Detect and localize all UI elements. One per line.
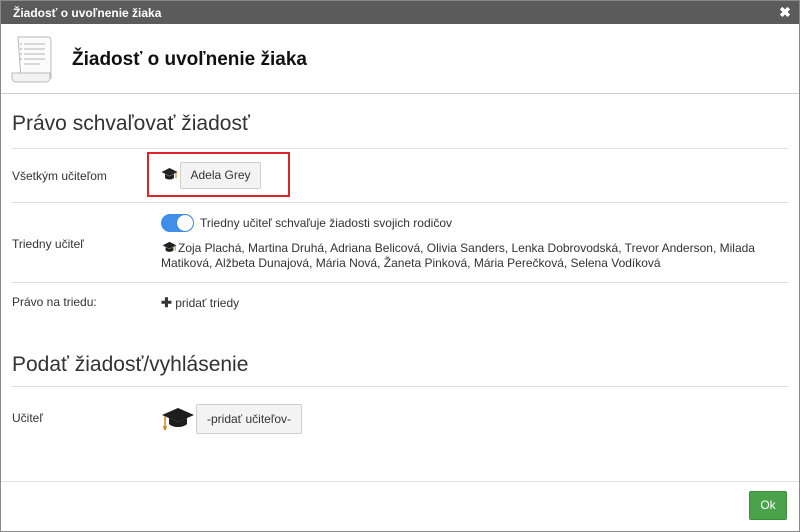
teachers-line-1: Zoja Plachá, Martina Druhá, Adriana Beli… [178, 241, 755, 255]
dialog-header: Žiadosť o uvoľnenie žiaka [1, 24, 799, 94]
teachers-line-2: Matiková, Alžbeta Dunajová, Mária Nová, … [161, 256, 661, 270]
dialog: Žiadosť o uvoľnenie žiaka ✖ Žiadosť o uv… [0, 0, 800, 532]
divider [11, 282, 789, 283]
title-bar: Žiadosť o uvoľnenie žiaka ✖ [1, 1, 799, 24]
document-scroll-icon [11, 36, 52, 83]
dialog-heading: Žiadosť o uvoľnenie žiaka [72, 49, 307, 70]
adela-grey-button[interactable]: Adela Grey [180, 162, 261, 189]
class-right-label: Právo na triedu: [12, 295, 97, 309]
footer-divider [1, 481, 799, 482]
toggle-knob [177, 215, 193, 231]
all-teachers-label: Všetkým učiteľom [12, 169, 107, 183]
teacher-label: Učiteľ [12, 411, 43, 425]
graduation-cap-icon [161, 168, 178, 180]
graduation-cap-icon [162, 408, 194, 430]
window-title: Žiadosť o uvoľnenie žiaka [13, 6, 162, 20]
approve-section-title: Právo schvaľovať žiadosť [12, 112, 250, 135]
add-class-label: pridať triedy [175, 296, 240, 310]
add-class-link[interactable]: ✚ pridať triedy [161, 295, 239, 311]
divider [11, 202, 789, 203]
plus-icon: ✚ [161, 295, 172, 310]
add-teachers-button[interactable]: -pridať učiteľov- [196, 404, 302, 434]
ok-button[interactable]: Ok [749, 491, 787, 520]
class-teachers-list: Zoja Plachá, Martina Druhá, Adriana Beli… [161, 241, 771, 271]
class-teacher-label: Triedny učiteľ [12, 237, 84, 251]
divider [11, 148, 789, 149]
toggle-label: Triedny učiteľ schvaľuje žiadosti svojic… [200, 216, 452, 230]
close-icon[interactable]: ✖ [777, 4, 793, 20]
submit-section-title: Podať žiadosť/vyhlásenie [12, 353, 249, 376]
class-teacher-toggle[interactable] [161, 214, 194, 232]
graduation-cap-icon [162, 241, 177, 252]
divider [11, 386, 789, 387]
